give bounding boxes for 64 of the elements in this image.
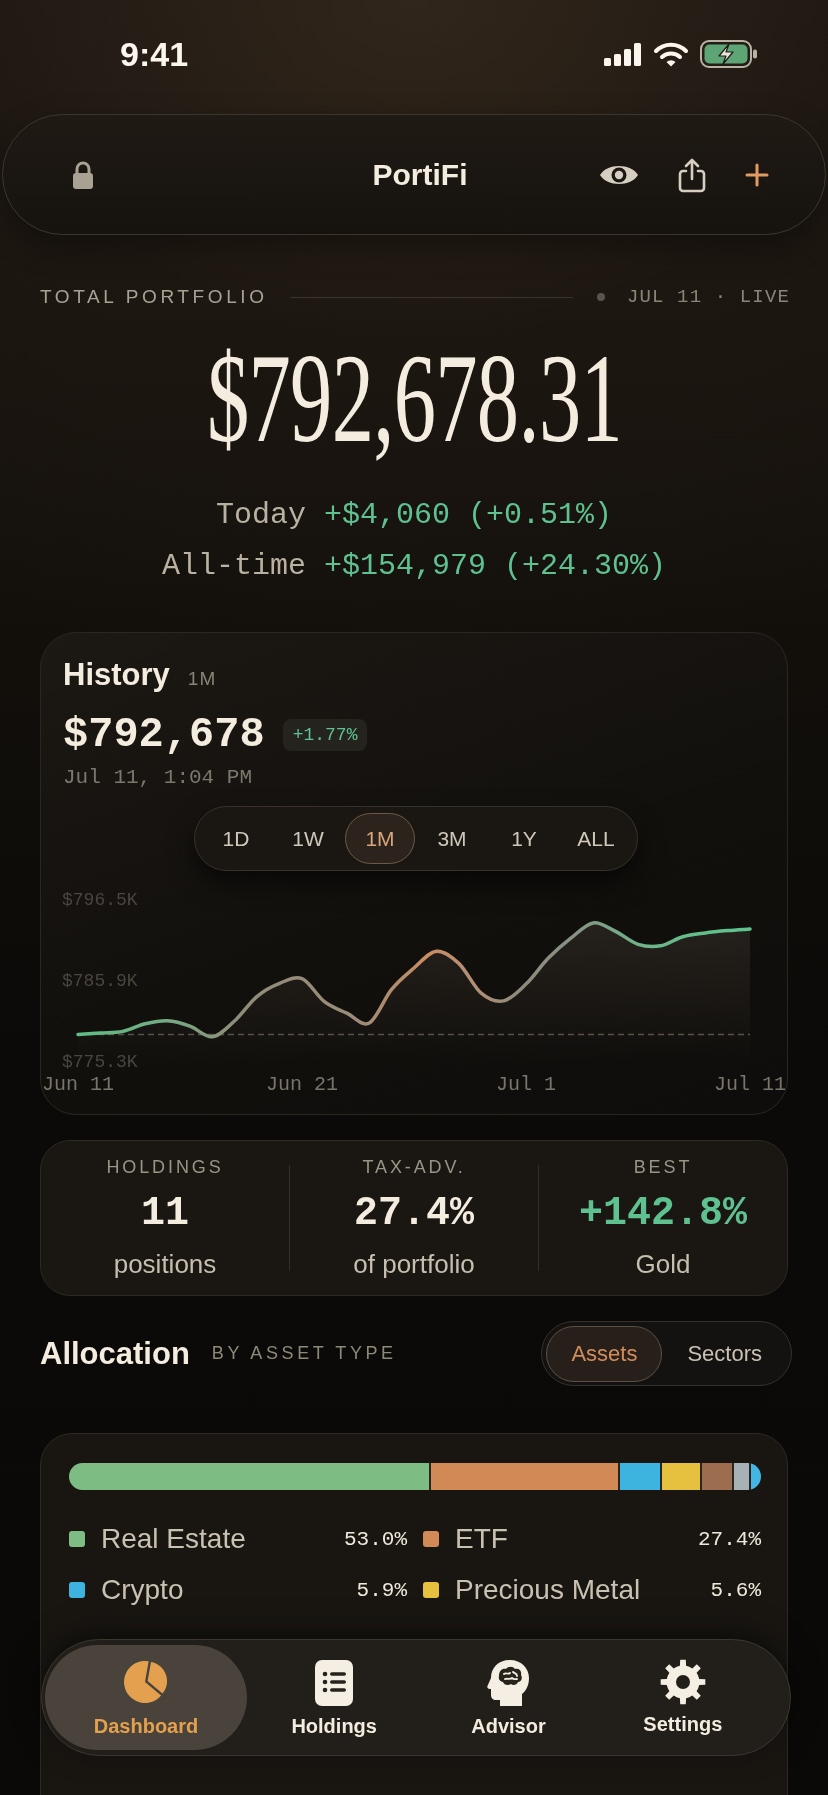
stat-value: 11 [141,1190,189,1238]
share-icon [677,156,707,193]
change-value: +$4,060 (+0.51%) [324,497,613,534]
section-title: Allocation [40,1334,190,1373]
period-label: 1M [187,668,217,690]
axis-label: Jul 11 [714,1073,786,1096]
wifi-icon [654,41,688,67]
stat-value: +142.8% [579,1190,747,1238]
section-subtitle: BY ASSET TYPE [211,1343,397,1364]
change-value: +$154,979 (+24.30%) [324,548,667,585]
stat-caption: of portfolio [353,1248,475,1281]
range-tab[interactable]: ALL [561,813,631,864]
range-tab[interactable]: 3M [417,813,487,864]
range-tab[interactable]: 1W [273,813,343,864]
status-dot-icon [596,293,605,301]
stat-label: TAX-ADV. [362,1156,466,1179]
stat-label: HOLDINGS [106,1156,224,1179]
view-option[interactable]: Sectors [662,1325,787,1382]
change-label: Today [215,497,306,534]
legend-label: Crypto [101,1574,184,1606]
legend-value: 27.4% [698,1527,761,1551]
card-title: History [63,656,170,694]
legend-label: Real Estate [101,1523,246,1555]
nav-tab[interactable]: Holdings [247,1645,422,1750]
stat-label: BEST [633,1156,693,1179]
range-tab[interactable]: 1Y [489,813,559,864]
timestamp: Jul 11, 1:04 PM [63,765,253,791]
legend-value: 5.6% [710,1578,761,1602]
nav-tab[interactable]: Advisor [421,1645,596,1750]
settings-icon [659,1659,706,1705]
view-option[interactable]: Assets [546,1325,663,1382]
stat-value: 27.4% [354,1190,474,1238]
plus-icon [745,162,769,187]
section-label: TOTAL PORTFOLIO [40,285,268,309]
battery-icon [700,40,758,68]
share-button[interactable] [677,156,707,193]
range-tab[interactable]: 1D [201,813,271,864]
axis-label: Jun 11 [42,1073,114,1096]
app-title: PortiFi [372,156,468,193]
nav-tab[interactable]: Settings [595,1645,770,1750]
date-label: JUL 11 · LIVE [626,285,790,309]
lock-icon [71,159,95,190]
portfolio-total: $792,678.31 [206,334,622,462]
axis-label: $785.9K [62,971,138,991]
legend-label: Precious Metal [455,1574,641,1606]
stat-caption: positions [113,1248,217,1281]
signal-icon [604,42,642,66]
axis-label: Jun 21 [266,1073,338,1096]
nav-tab[interactable]: Dashboard [45,1645,247,1750]
change-badge: +1.77% [282,719,368,751]
legend-label: ETF [455,1523,508,1555]
legend-value: 53.0% [344,1527,407,1551]
legend-value: 5.9% [356,1578,407,1602]
range-tab[interactable]: 1M [345,813,415,864]
document-list-icon [314,1659,355,1707]
change-label: All-time [161,548,306,585]
lock-button[interactable] [71,159,95,190]
head-brain-icon [486,1659,531,1707]
status-time: 9:41 [120,34,189,74]
history-value: $792,678 [63,710,265,760]
stat-caption: Gold [635,1248,691,1281]
axis-label: $775.3K [62,1052,138,1072]
add-button[interactable] [745,162,769,187]
axis-label: Jul 1 [496,1073,556,1096]
